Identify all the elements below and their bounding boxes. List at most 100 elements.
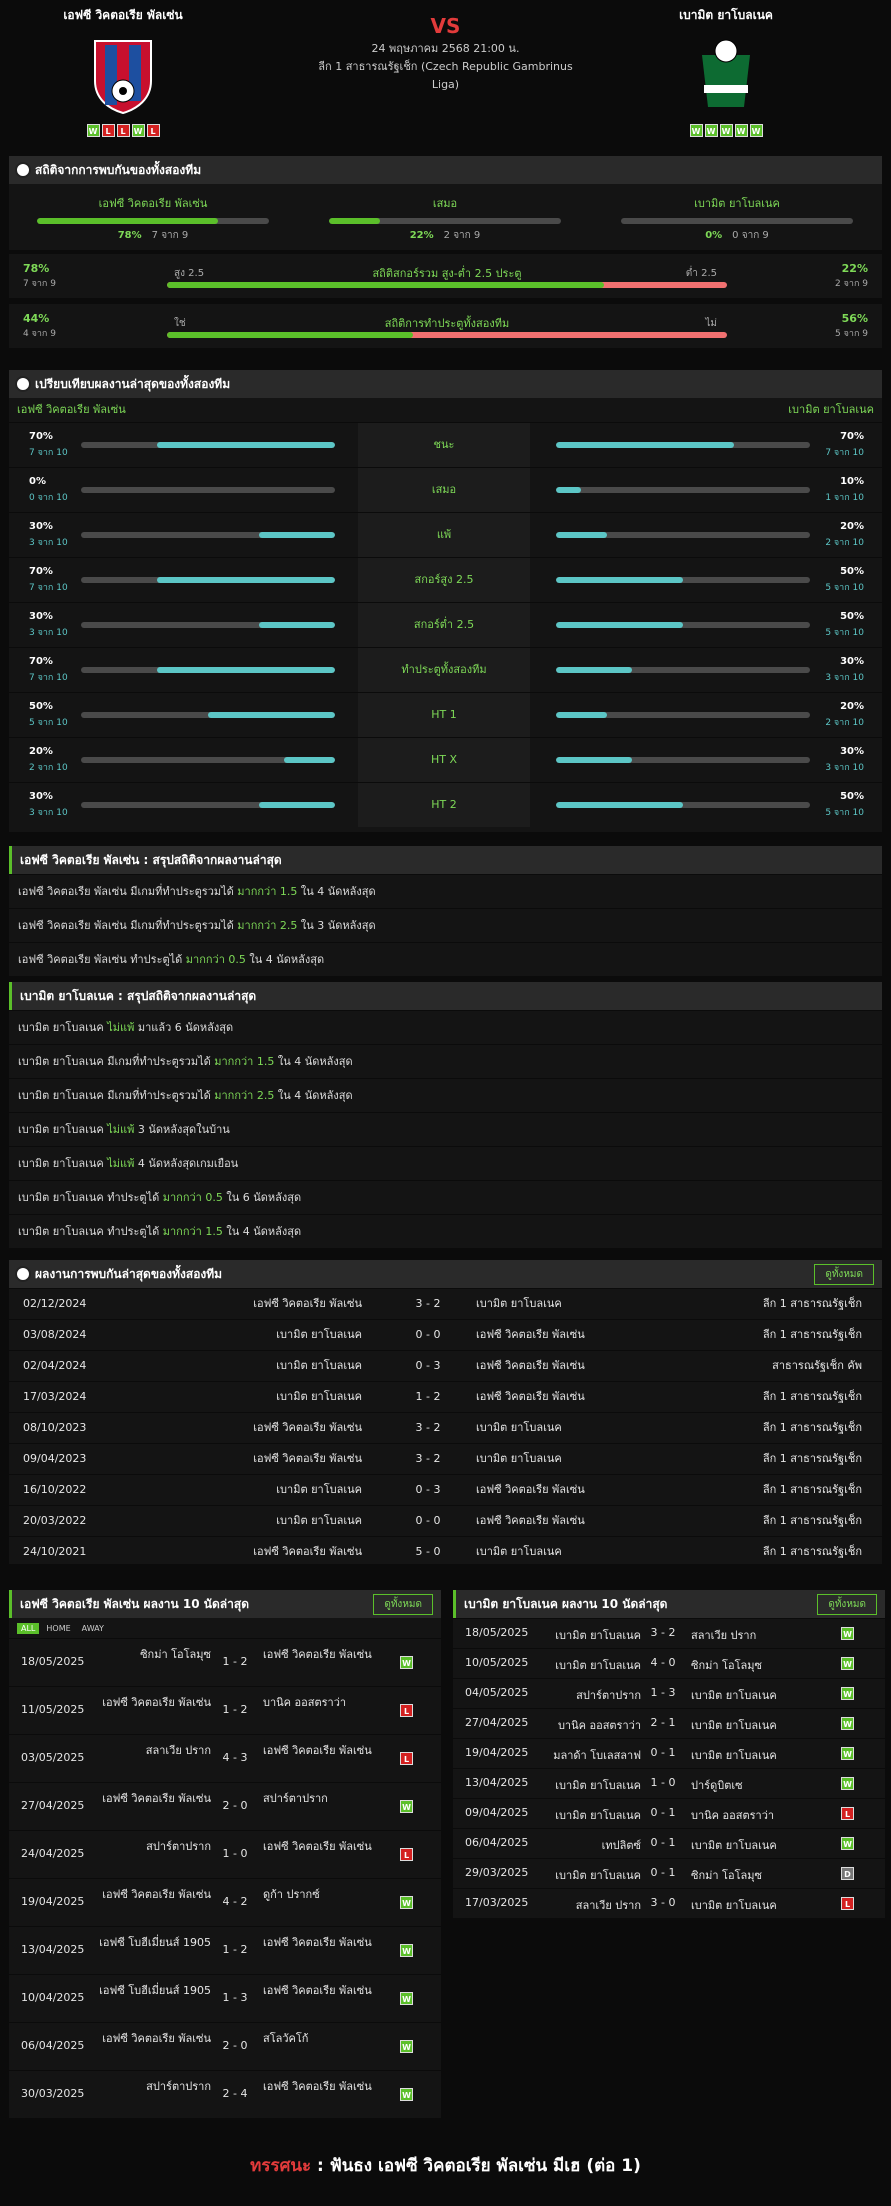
result-row[interactable]: 08/10/2023 เอฟซี วิคตอเรีย พัลเซ่น 3 - 2 เบ… [9, 1412, 882, 1442]
result-away: เอฟซี วิคตอเรีย พัลเซ่น [476, 1514, 585, 1527]
result-row[interactable]: 02/04/2024 เบามิต ยาโบลเนค 0 - 3 เอฟซี วิคต… [9, 1350, 882, 1380]
compare-away-fill [556, 802, 683, 808]
compare-home-of: 3 จาก 10 [29, 808, 68, 818]
result-score: 3 - 2 [415, 1452, 441, 1465]
summary-highlight: ไม่แพ้ [107, 1021, 135, 1034]
away-team[interactable]: เบามิต ยาโบลเนค WWWWW [626, 6, 826, 137]
h2h-away-name: เบามิต ยาโบลเนค [694, 197, 780, 210]
last10-home: เอฟซี โบฮีเมี่ยนส์ 1905 [99, 1984, 211, 1997]
result-row[interactable]: 17/03/2024 เบามิต ยาโบลเนค 1 - 2 เอฟซี วิคต… [9, 1381, 882, 1411]
summary-text: ใน 6 นัดหลังสุด [222, 1191, 302, 1204]
compare-home-fill [157, 577, 335, 583]
last10-row[interactable]: 17/03/2025 สลาเวีย ปราก 3 - 0 เบามิต ยาโบลเ… [453, 1888, 885, 1918]
jablonec-crest-icon [702, 39, 750, 107]
h2h-draw-name: เสมอ [432, 197, 458, 210]
compare-home-fill [157, 667, 335, 673]
compare-metric-label: HT 1 [358, 693, 530, 737]
away-view-all-button[interactable]: ดูทั้งหมด [817, 1594, 877, 1615]
compare-away-of: 5 จาก 10 [825, 583, 864, 593]
last10-away: เบามิต ยาโบลเนค [691, 1689, 777, 1702]
compare-home-pct: 70% [29, 656, 53, 667]
h2h-results-panel: ผลงานการพบกันล่าสุดของทั้งสองทีม ดูทั้งหม… [9, 1260, 882, 1564]
compare-home-pct: 20% [29, 746, 53, 757]
result-badge: W [400, 1992, 413, 2005]
last10-row[interactable]: 06/04/2025 เทปลิตซ์ 0 - 1 เบามิต ยาโบลเนค W [453, 1828, 885, 1858]
ou-right-pct: 22% [841, 262, 868, 275]
last10-home: เอฟซี วิคตอเรีย พัลเซ่น [102, 2032, 211, 2045]
compare-away-pct: 10% [840, 476, 864, 487]
result-row[interactable]: 03/08/2024 เบามิต ยาโบลเนค 0 - 0 เอฟซี วิคต… [9, 1319, 882, 1349]
summary-text: เบามิต ยาโบลเนค ทำประตูได้ [18, 1225, 163, 1238]
away-last10-header: เบามิต ยาโบลเนค ผลงาน 10 นัดล่าสุด ดูทั้ง… [453, 1590, 885, 1618]
tab-home[interactable]: HOME [42, 1623, 74, 1634]
result-row[interactable]: 09/04/2023 เอฟซี วิคตอเรีย พัลเซ่น 3 - 2 เบ… [9, 1443, 882, 1473]
last10-row[interactable]: 11/05/2025 เอฟซี วิคตอเรีย พัลเซ่น 1 - 2 บา… [9, 1686, 441, 1734]
summary-text: 3 นัดหลังสุดในบ้าน [134, 1123, 230, 1136]
compare-away-of: 3 จาก 10 [825, 673, 864, 683]
home-last10-title: เอฟซี วิคตอเรีย พัลเซ่น ผลงาน 10 นัดล่าส… [20, 1597, 249, 1611]
result-home: เบามิต ยาโบลเนค [276, 1359, 362, 1372]
last10-row[interactable]: 09/04/2025 เบามิต ยาโบลเนค 0 - 1 บานิค ออสต… [453, 1798, 885, 1828]
last10-home: สปาร์ตาปราก [576, 1689, 641, 1702]
summary-row: เบามิต ยาโบลเนค ไม่แพ้ มาแล้ว 6 นัดหลังส… [9, 1010, 882, 1044]
home-view-all-button[interactable]: ดูทั้งหมด [373, 1594, 433, 1615]
result-league: ลีก 1 สาธารณรัฐเช็ก [762, 1545, 862, 1558]
compare-home-bar [81, 757, 335, 763]
last10-row[interactable]: 18/05/2025 ซิกม่า โอโลมุซ 1 - 2 เอฟซี วิคตอ… [9, 1638, 441, 1686]
last10-row[interactable]: 18/05/2025 เบามิต ยาโบลเนค 3 - 2 สลาเวีย ปร… [453, 1618, 885, 1648]
last10-row[interactable]: 24/04/2025 สปาร์ตาปราก 1 - 0 เอฟซี วิคตอเรี… [9, 1830, 441, 1878]
last10-row[interactable]: 04/05/2025 สปาร์ตาปราก 1 - 3 เบามิต ยาโบลเน… [453, 1678, 885, 1708]
last10-score: 3 - 0 [650, 1896, 676, 1909]
result-row[interactable]: 20/03/2022 เบามิต ยาโบลเนค 0 - 0 เอฟซี วิคต… [9, 1505, 882, 1535]
summary-text: เบามิต ยาโบลเนค มีเกมที่ทำประตูรวมได้ [18, 1055, 215, 1068]
tab-all[interactable]: ALL [17, 1623, 40, 1634]
last10-row[interactable]: 03/05/2025 สลาเวีย ปราก 4 - 3 เอฟซี วิคตอเร… [9, 1734, 441, 1782]
away-summary-rows: เบามิต ยาโบลเนค ไม่แพ้ มาแล้ว 6 นัดหลังส… [9, 1010, 882, 1248]
last10-home: เอฟซี วิคตอเรีย พัลเซ่น [102, 1696, 211, 1709]
summary-row: เบามิต ยาโบลเนค มีเกมที่ทำประตูรวมได้ มา… [9, 1044, 882, 1078]
h2h-home-of: 7 จาก 9 [151, 230, 189, 241]
summary-highlight: มากกว่า 1.5 [214, 1055, 275, 1068]
football-icon [15, 162, 31, 178]
summary-text: เอฟซี วิคตอเรีย พัลเซ่น ทำประตูได้ [18, 953, 186, 966]
last10-date: 06/04/2025 [21, 2039, 85, 2052]
compare-away-of: 2 จาก 10 [825, 718, 864, 728]
compare-home-name: เอฟซี วิคตอเรีย พัลเซ่น [17, 403, 126, 416]
compare-row: 20% 2 จาก 10 HT X 30% 3 จาก 10 [9, 737, 882, 782]
last10-row[interactable]: 27/04/2025 เอฟซี วิคตอเรีย พัลเซ่น 2 - 0 สป… [9, 1782, 441, 1830]
result-row[interactable]: 16/10/2022 เบามิต ยาโบลเนค 0 - 3 เอฟซี วิคต… [9, 1474, 882, 1504]
last10-row[interactable]: 10/05/2025 เบามิต ยาโบลเนค 4 - 0 ซิกม่า โอโ… [453, 1648, 885, 1678]
compare-home-bar [81, 802, 335, 808]
last10-row[interactable]: 19/04/2025 มลาด้า โบเลสลาฟ 0 - 1 เบามิต ยาโ… [453, 1738, 885, 1768]
h2h-results-title: ผลงานการพบกันล่าสุดของทั้งสองทีม [35, 1267, 223, 1281]
view-all-button[interactable]: ดูทั้งหมด [814, 1264, 874, 1285]
result-row[interactable]: 24/10/2021 เอฟซี วิคตอเรีย พัลเซ่น 5 - 0 เบ… [9, 1536, 882, 1566]
tab-away[interactable]: AWAY [78, 1623, 108, 1634]
result-badge: L [400, 1704, 413, 1717]
last10-row[interactable]: 29/03/2025 เบามิต ยาโบลเนค 0 - 1 ซิกม่า โอโ… [453, 1858, 885, 1888]
last10-row[interactable]: 13/04/2025 เบามิต ยาโบลเนค 1 - 0 ปาร์ดูบิตเ… [453, 1768, 885, 1798]
form-badge: W [719, 124, 733, 137]
last10-row[interactable]: 06/04/2025 เอฟซี วิคตอเรีย พัลเซ่น 2 - 0 สโ… [9, 2022, 441, 2070]
last10-date: 29/03/2025 [465, 1866, 529, 1879]
result-score: 3 - 2 [415, 1297, 441, 1310]
result-row[interactable]: 02/12/2024 เอฟซี วิคตอเรีย พัลเซ่น 3 - 2 เบ… [9, 1288, 882, 1318]
last10-row[interactable]: 27/04/2025 บานิค ออสตราว่า 2 - 1 เบามิต ยาโ… [453, 1708, 885, 1738]
compare-home-bar [81, 712, 335, 718]
ou-left-pct: 78% [23, 262, 50, 275]
last10-row[interactable]: 19/04/2025 เอฟซี วิคตอเรีย พัลเซ่น 4 - 2 ดู… [9, 1878, 441, 1926]
last10-row[interactable]: 13/04/2025 เอฟซี โบฮีเมี่ยนส์ 1905 1 - 2 เอ… [9, 1926, 441, 1974]
home-last10-rows: 18/05/2025 ซิกม่า โอโลมุซ 1 - 2 เอฟซี วิคตอ… [9, 1638, 441, 2118]
last10-away: เอฟซี วิคตอเรีย พัลเซ่น [263, 2080, 372, 2093]
last10-row[interactable]: 30/03/2025 สปาร์ตาปราก 2 - 4 เอฟซี วิคตอเรี… [9, 2070, 441, 2118]
last10-row[interactable]: 10/04/2025 เอฟซี โบฮีเมี่ยนส์ 1905 1 - 3 เอ… [9, 1974, 441, 2022]
last10-score: 2 - 0 [222, 1799, 248, 1812]
form-badge: W [86, 124, 100, 137]
compare-away-bar [556, 712, 810, 718]
last10-date: 18/05/2025 [21, 1655, 85, 1668]
last10-away: สโลวัคโก้ [263, 2032, 309, 2045]
summary-row: เบามิต ยาโบลเนค ทำประตูได้ มากกว่า 1.5 ใ… [9, 1214, 882, 1248]
result-badge: W [400, 1800, 413, 1813]
last10-away: ซิกม่า โอโลมุซ [691, 1869, 762, 1882]
last10-home: เอฟซี วิคตอเรีย พัลเซ่น [102, 1792, 211, 1805]
